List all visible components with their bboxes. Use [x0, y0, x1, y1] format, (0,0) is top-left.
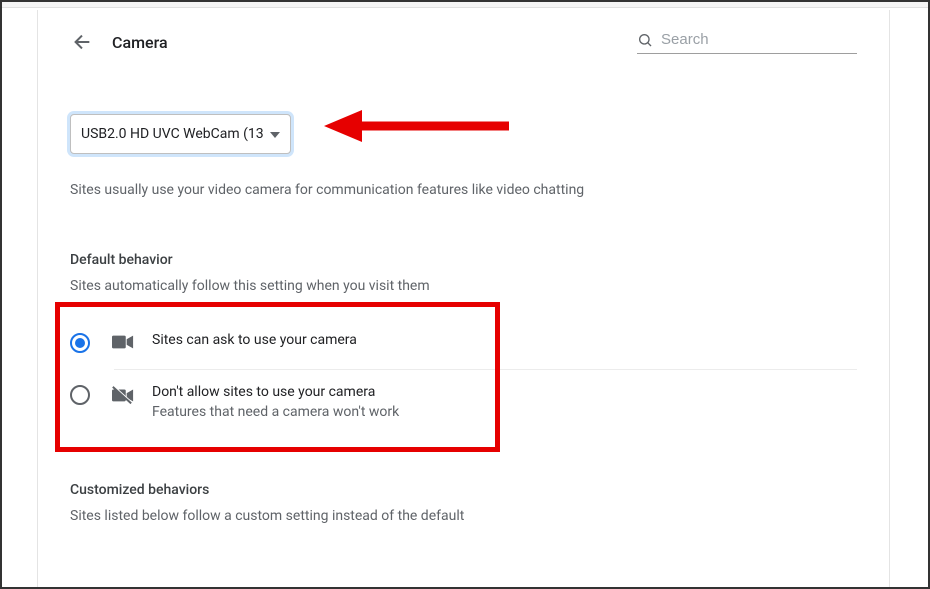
- arrow-left-icon: [71, 31, 93, 53]
- radio-block[interactable]: [70, 385, 90, 405]
- radio-ask[interactable]: [70, 333, 90, 353]
- option-block-sub: Features that need a camera won't work: [152, 404, 399, 420]
- option-ask[interactable]: Sites can ask to use your camera: [70, 318, 857, 369]
- default-behavior-sub: Sites automatically follow this setting …: [70, 278, 857, 294]
- search-input[interactable]: [661, 31, 857, 48]
- back-button[interactable]: [70, 30, 94, 54]
- search-icon: [637, 31, 653, 49]
- customized-title: Customized behaviors: [70, 482, 857, 498]
- option-block[interactable]: Don't allow sites to use your camera Fea…: [114, 369, 857, 434]
- search-field[interactable]: [637, 31, 857, 54]
- camera-off-icon: [112, 385, 134, 409]
- option-block-label: Don't allow sites to use your camera: [152, 384, 399, 400]
- camera-device-value: USB2.0 HD UVC WebCam (13: [81, 126, 264, 142]
- page-title: Camera: [112, 33, 168, 52]
- caret-down-icon: [270, 126, 280, 142]
- customized-sub: Sites listed below follow a custom setti…: [70, 508, 857, 524]
- camera-device-select[interactable]: USB2.0 HD UVC WebCam (13: [70, 114, 291, 154]
- default-behavior-title: Default behavior: [70, 252, 857, 268]
- camera-description: Sites usually use your video camera for …: [70, 182, 857, 198]
- settings-header: Camera: [70, 10, 857, 74]
- camera-icon: [112, 333, 134, 355]
- option-ask-label: Sites can ask to use your camera: [152, 332, 357, 348]
